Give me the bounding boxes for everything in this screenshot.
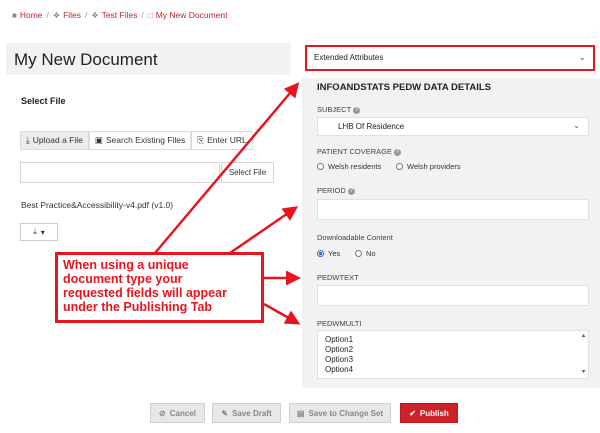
breadcrumb-separator: / [85, 10, 88, 20]
select-file-heading: Select File [21, 96, 66, 106]
subject-label-text: SUBJECT [317, 105, 352, 114]
patient-coverage-label: PATIENT COVERAGE? [317, 147, 402, 156]
subject-select[interactable]: LHB Of Residence ⌄ [317, 117, 589, 136]
help-icon[interactable]: ? [394, 148, 402, 156]
radio-button[interactable] [355, 250, 362, 257]
list-option[interactable]: Option2 [325, 345, 353, 354]
tab-search-existing[interactable]: ▣ Search Existing Files [88, 131, 192, 150]
subject-label: SUBJECT? [317, 105, 361, 114]
file-path-input[interactable] [20, 162, 220, 183]
file-name: Best Practice&Accessibility-v4.pdf (v1.0… [21, 200, 174, 210]
list-option[interactable]: Option1 [325, 335, 353, 344]
pedwtext-input[interactable] [317, 285, 589, 306]
breadcrumb-separator: / [141, 10, 144, 20]
upload-icon: ⤓ [26, 135, 30, 145]
attribute-set-select[interactable]: Extended Attributes ⌄ [305, 45, 595, 71]
document-icon: □ [147, 10, 153, 20]
pedwmulti-listbox[interactable]: Option1 Option2 Option3 Option4 [317, 330, 589, 379]
breadcrumb-separator: / [46, 10, 49, 20]
edit-icon: ✎ [221, 408, 229, 418]
callout-line: document type your [63, 272, 183, 286]
change-set-icon: ▤ [296, 408, 305, 418]
download-icon: ⤓ [33, 227, 37, 236]
help-icon[interactable]: ? [347, 187, 355, 195]
dropbox-icon: ❖ [91, 10, 99, 20]
publish-button[interactable]: ✔ Publish [400, 403, 458, 423]
button-label: Save Draft [232, 408, 272, 418]
help-icon[interactable]: ? [353, 106, 361, 114]
tab-label: Upload a File [32, 135, 83, 145]
cancel-icon: ⊘ [159, 408, 166, 418]
image-icon: ▣ [94, 135, 103, 145]
pedwtext-label: PEDWTEXT [317, 273, 359, 282]
save-to-change-set-button[interactable]: ▤ Save to Change Set [289, 403, 391, 423]
list-option[interactable]: Option4 [325, 365, 353, 374]
pedwmulti-label: PEDWMULTI [317, 319, 362, 328]
radio-label: Welsh providers [407, 162, 461, 171]
callout-line: requested fields will appear [63, 286, 227, 300]
breadcrumb-test-files[interactable]: Test Files [102, 10, 138, 20]
listbox-scrollbar[interactable] [581, 333, 586, 374]
period-label-text: PERIOD [317, 186, 346, 195]
breadcrumb-home[interactable]: Home [20, 10, 43, 20]
radio-downloadable-no[interactable]: No [355, 249, 376, 258]
tab-enter-url[interactable]: ⎘ Enter URL [191, 131, 253, 150]
attribute-set-value: Extended Attributes [314, 53, 384, 62]
button-label: Save to Change Set [308, 408, 384, 418]
download-dropdown-button[interactable]: ⤓ ▾ [20, 223, 58, 241]
save-draft-button[interactable]: ✎ Save Draft [212, 403, 281, 423]
select-file-button[interactable]: Select File [221, 162, 274, 183]
downloadable-content-label: Downloadable Content [317, 233, 393, 242]
breadcrumb: ■ Home / ❖ Files / ❖ Test Files / □ My N… [12, 10, 228, 20]
callout-line: When using a unique [63, 258, 189, 272]
tab-upload-file[interactable]: ⤓ Upload a File [20, 131, 89, 150]
radio-button-selected[interactable] [317, 250, 324, 257]
subject-value: LHB Of Residence [338, 122, 405, 131]
home-icon: ■ [12, 10, 17, 20]
chevron-down-icon: ⌄ [573, 121, 580, 130]
period-input[interactable] [317, 199, 589, 220]
attributes-section-title: INFOANDSTATS PEDW DATA DETAILS [317, 82, 491, 93]
radio-label: No [366, 249, 376, 258]
radio-welsh-residents[interactable]: Welsh residents [317, 162, 381, 171]
page-title: My New Document [14, 50, 158, 69]
radio-label: Yes [328, 249, 341, 258]
tab-label: Enter URL [207, 135, 247, 145]
button-label: Publish [419, 408, 449, 418]
link-icon: ⎘ [197, 135, 205, 145]
chevron-down-icon: ⌄ [578, 52, 586, 62]
cancel-button[interactable]: ⊘ Cancel [150, 403, 205, 423]
list-option[interactable]: Option3 [325, 355, 353, 364]
button-label: Cancel [169, 408, 196, 418]
radio-welsh-providers[interactable]: Welsh providers [396, 162, 461, 171]
breadcrumb-files[interactable]: Files [63, 10, 81, 20]
annotation-callout: When using a unique document type your r… [55, 252, 264, 323]
radio-button[interactable] [317, 163, 324, 170]
file-source-tabs: ⤓ Upload a File ▣ Search Existing Files … [20, 131, 253, 150]
caret-down-icon: ▾ [40, 227, 45, 237]
callout-text: When using a unique document type your r… [63, 258, 227, 314]
patient-coverage-label-text: PATIENT COVERAGE [317, 147, 393, 156]
tab-label: Search Existing Files [105, 135, 186, 145]
check-icon: ✔ [409, 408, 416, 418]
period-label: PERIOD? [317, 186, 355, 195]
dropbox-icon: ❖ [52, 10, 61, 20]
callout-line: under the Publishing Tab [63, 300, 213, 314]
radio-button[interactable] [396, 163, 403, 170]
radio-downloadable-yes[interactable]: Yes [317, 249, 340, 258]
breadcrumb-current[interactable]: My New Document [156, 10, 228, 20]
radio-label: Welsh residents [328, 162, 382, 171]
